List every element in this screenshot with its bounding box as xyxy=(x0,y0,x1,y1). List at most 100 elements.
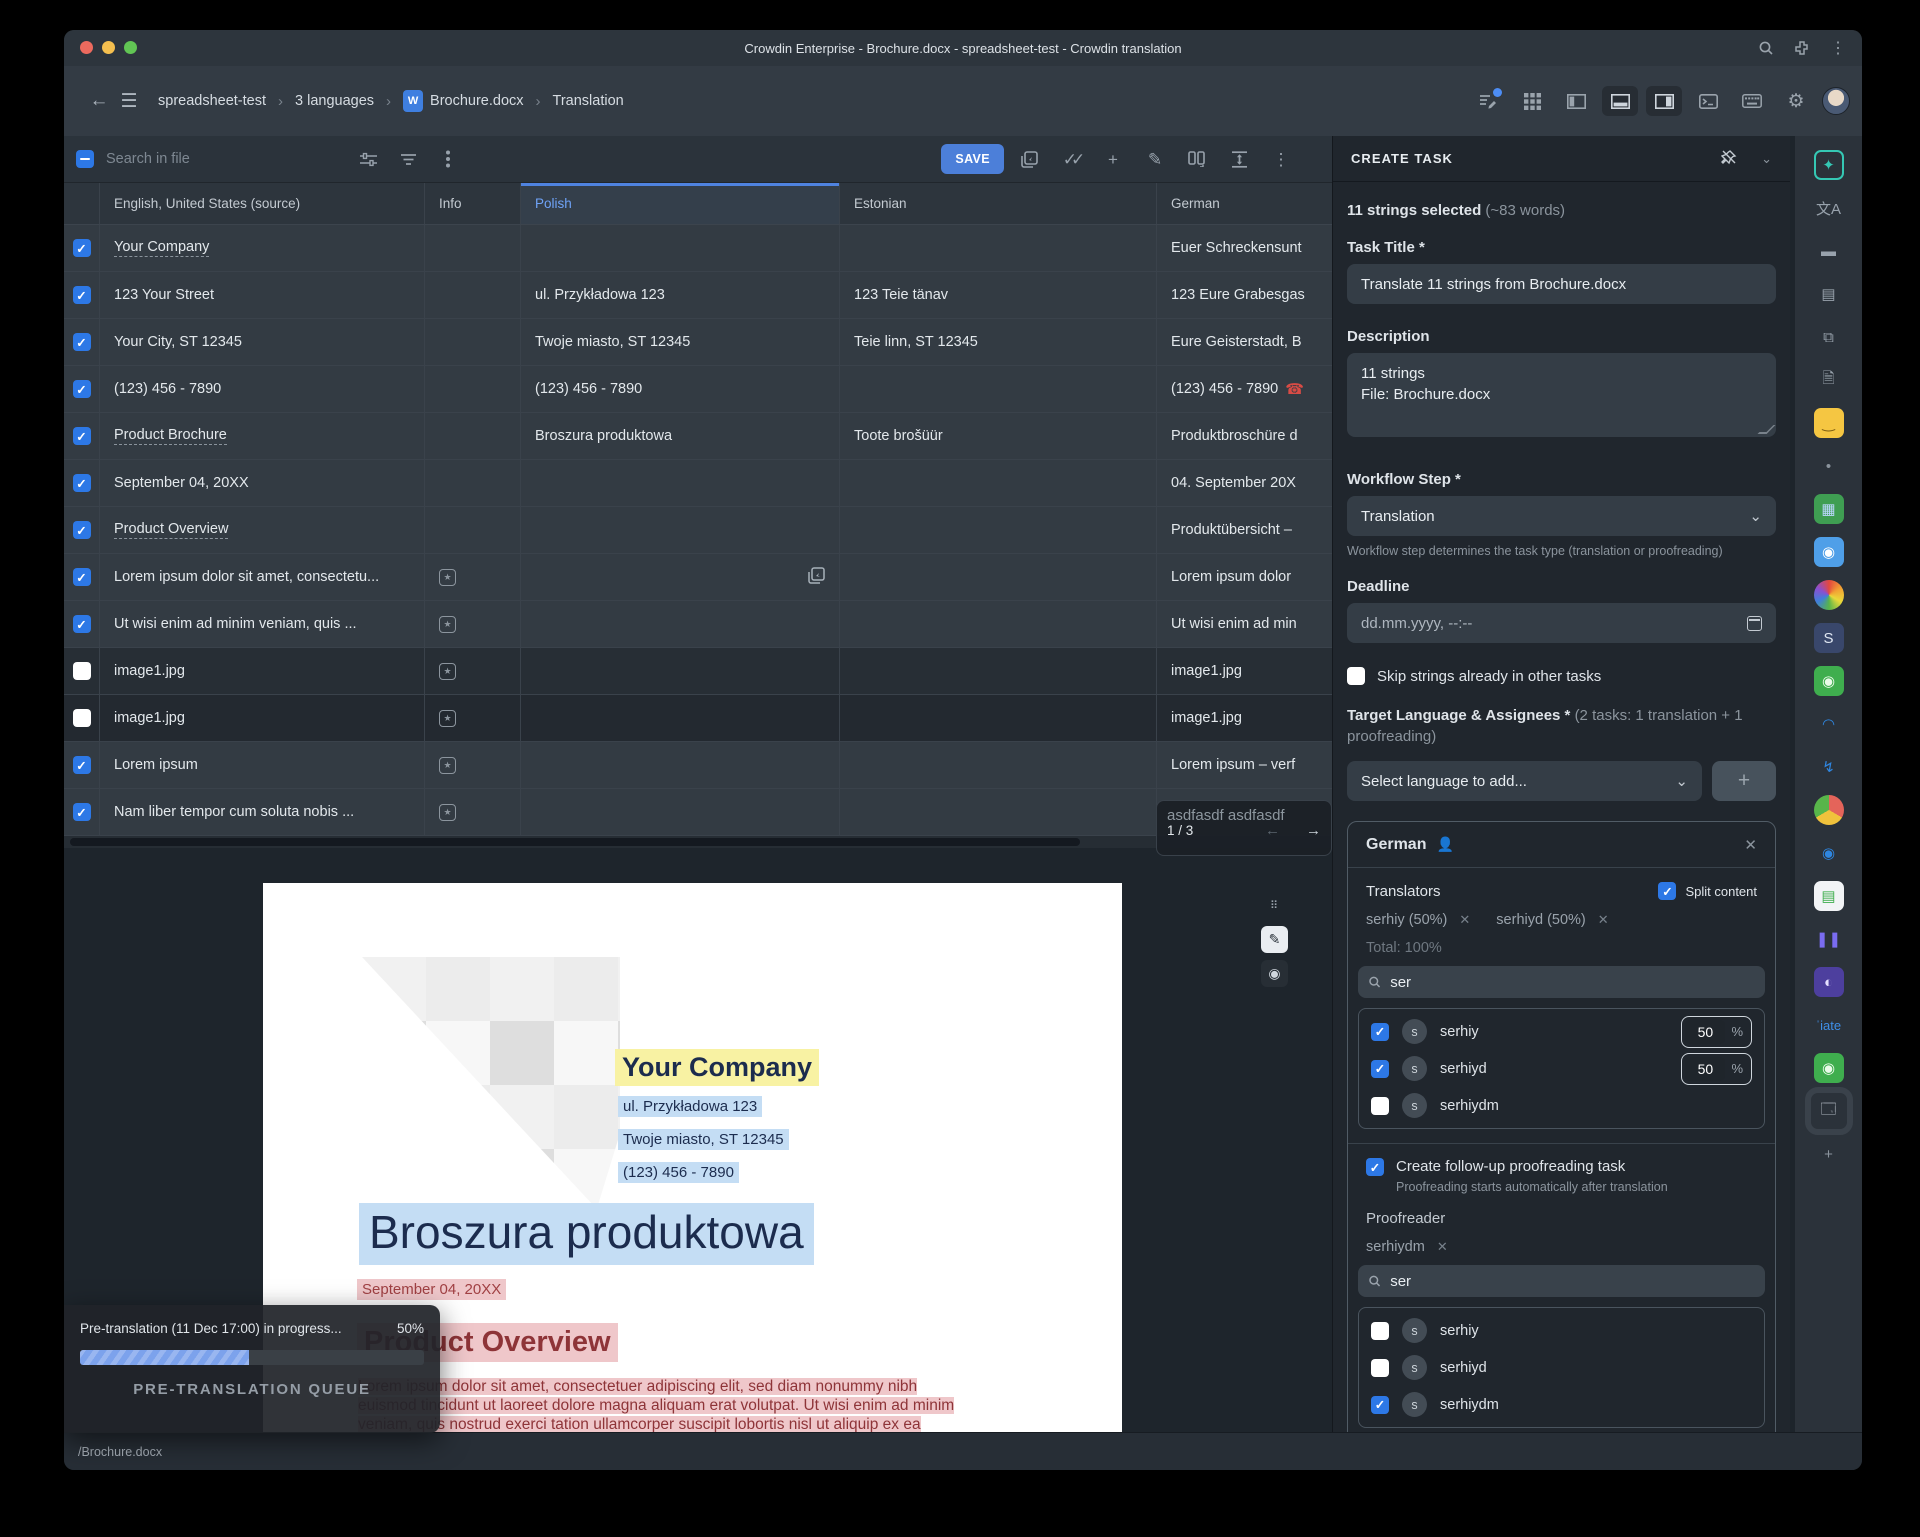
task-title-input[interactable] xyxy=(1347,264,1776,304)
kebab-icon[interactable]: ⋮ xyxy=(1264,144,1298,174)
row-select-cell[interactable]: ✓ xyxy=(64,742,100,788)
filter-icon[interactable] xyxy=(391,144,425,174)
german-cell[interactable]: Ut wisi enim ad min xyxy=(1157,601,1332,647)
estonian-cell[interactable] xyxy=(840,742,1157,788)
add-icon[interactable]: + xyxy=(1096,144,1130,174)
assignee-checkbox[interactable] xyxy=(1371,1359,1389,1377)
table-row[interactable]: ✓Nam liber tempor cum soluta nobis ...★ xyxy=(64,789,1332,836)
assignee-option[interactable]: ✓ s serhiy50% xyxy=(1371,1013,1752,1050)
percent-input[interactable]: 50% xyxy=(1681,1053,1752,1085)
followup-checkbox[interactable]: ✓ xyxy=(1366,1158,1384,1176)
source-cell[interactable]: 123 Your Street xyxy=(100,272,425,318)
terminal-icon[interactable] xyxy=(1690,86,1726,116)
source-cell[interactable]: Ut wisi enim ad minim veniam, quis ... xyxy=(100,601,425,647)
german-cell[interactable]: Produktübersicht – xyxy=(1157,507,1332,553)
blue-swoosh-app-icon[interactable]: ↯ xyxy=(1814,752,1844,782)
polish-cell[interactable]: Broszura produktowa xyxy=(521,413,840,459)
save-button[interactable]: SAVE xyxy=(941,144,1004,174)
estonian-cell[interactable]: Teie linn, ST 12345 xyxy=(840,319,1157,365)
proofreader-search-input[interactable] xyxy=(1390,1273,1755,1290)
pretranslation-toast[interactable]: Pre-translation (11 Dec 17:00) in progre… xyxy=(64,1305,440,1433)
row-select-cell[interactable]: ✓ xyxy=(64,601,100,647)
german-cell[interactable]: image1.jpg xyxy=(1157,648,1332,694)
deadline-input[interactable]: dd.mm.yyyy, --:-- xyxy=(1347,603,1776,643)
row-checkbox[interactable]: ✓ xyxy=(73,803,91,821)
table-row[interactable]: ✓Your City, ST 12345Twoje miasto, ST 123… xyxy=(64,319,1332,366)
doc-company-name[interactable]: Your Company xyxy=(615,1049,819,1086)
file-info-icon[interactable]: 🗎 xyxy=(1814,365,1844,395)
source-cell[interactable]: Product Overview xyxy=(100,507,425,553)
machine-translate-icon[interactable]: 文A xyxy=(1814,193,1844,223)
assignee-option[interactable]: s serhiyd xyxy=(1371,1349,1752,1386)
estonian-cell[interactable]: Toote brošüür xyxy=(840,413,1157,459)
assignee-checkbox[interactable]: ✓ xyxy=(1371,1060,1389,1078)
unpin-icon[interactable] xyxy=(1721,149,1737,169)
german-cell[interactable]: Eure Geisterstadt, B xyxy=(1157,319,1332,365)
assignee-checkbox[interactable] xyxy=(1371,1322,1389,1340)
scrollbar-thumb[interactable] xyxy=(70,838,1080,846)
assignee-checkbox[interactable]: ✓ xyxy=(1371,1396,1389,1414)
green-eye-app-icon[interactable]: ◉ xyxy=(1814,666,1844,696)
proofreader-tag[interactable]: serhiydm✕ xyxy=(1366,1239,1448,1255)
tasks-doc-icon[interactable]: 🗔 xyxy=(1814,1096,1844,1126)
polish-cell[interactable] xyxy=(521,225,840,271)
assignee-option[interactable]: s serhiydm xyxy=(1371,1087,1752,1124)
edit-pencil-icon[interactable]: ✎ xyxy=(1261,926,1288,953)
doc-title[interactable]: Broszura produktowa xyxy=(359,1203,814,1265)
translation-memory-icon[interactable]: ▤ xyxy=(1814,279,1844,309)
prev-suggestion-icon[interactable]: ← xyxy=(1265,822,1280,839)
source-cell[interactable]: Lorem ipsum dolor sit amet, consectetu..… xyxy=(100,554,425,600)
row-select-cell[interactable]: ✓ xyxy=(64,789,100,835)
green-eye2-app-icon[interactable]: ◉ xyxy=(1814,1053,1844,1083)
table-row[interactable]: ✓Lorem ipsum dolor sit amet, consectetu.… xyxy=(64,554,1332,601)
context-image-icon[interactable]: ★ xyxy=(439,569,456,586)
cube-app-icon[interactable] xyxy=(1814,795,1844,825)
row-checkbox[interactable]: ✓ xyxy=(73,286,91,304)
doc-date[interactable]: September 04, 20XX xyxy=(357,1279,506,1300)
minimize-window-button[interactable] xyxy=(102,41,115,54)
german-cell[interactable]: 123 Eure Grabesgas xyxy=(1157,272,1332,318)
estonian-cell[interactable] xyxy=(840,507,1157,553)
german-cell[interactable]: (123) 456 - 7890☎ xyxy=(1157,366,1332,412)
row-checkbox[interactable]: ✓ xyxy=(73,380,91,398)
percent-input[interactable]: 50% xyxy=(1681,1016,1752,1048)
row-select-cell[interactable] xyxy=(64,648,100,694)
search-input[interactable] xyxy=(106,151,256,167)
columns-icon[interactable] xyxy=(1180,144,1214,174)
fit-vertical-icon[interactable] xyxy=(1222,144,1256,174)
emoji-app-icon[interactable]: ‿ xyxy=(1814,408,1844,438)
estonian-cell[interactable] xyxy=(840,601,1157,647)
row-select-cell[interactable]: ✓ xyxy=(64,507,100,553)
german-cell[interactable]: Produktbroschüre d xyxy=(1157,413,1332,459)
german-cell[interactable]: Euer Schreckensunt xyxy=(1157,225,1332,271)
color-wheel-app-icon[interactable] xyxy=(1814,580,1844,610)
row-checkbox[interactable]: ✓ xyxy=(73,239,91,257)
glossary-icon[interactable]: ⧉ xyxy=(1814,322,1844,352)
dot-indicator[interactable]: • xyxy=(1814,451,1844,481)
column-german[interactable]: German xyxy=(1157,183,1332,224)
overflow-menu-icon[interactable]: ⋮ xyxy=(1830,38,1846,58)
translator-tiles-app-icon[interactable]: ▦ xyxy=(1814,494,1844,524)
assignee-checkbox[interactable] xyxy=(1371,1097,1389,1115)
row-select-cell[interactable]: ✓ xyxy=(64,413,100,459)
extensions-icon[interactable] xyxy=(1794,40,1810,56)
row-select-cell[interactable]: ✓ xyxy=(64,460,100,506)
polish-cell[interactable]: (123) 456 - 7890 xyxy=(521,366,840,412)
select-all-checkbox[interactable] xyxy=(76,150,94,168)
drag-dots-icon[interactable] xyxy=(431,144,465,174)
split-content-row[interactable]: ✓ Split content xyxy=(1658,882,1757,900)
description-textarea[interactable]: 11 strings File: Brochure.docx xyxy=(1347,353,1776,437)
row-checkbox[interactable]: ✓ xyxy=(73,756,91,774)
source-cell[interactable]: Your City, ST 12345 xyxy=(100,319,425,365)
source-cell[interactable]: Your Company xyxy=(100,225,425,271)
assignee-option[interactable]: ✓ s serhiyd50% xyxy=(1371,1050,1752,1087)
polish-cell[interactable] xyxy=(521,648,840,694)
doc-paragraph[interactable]: Lorem ipsum dolor sit amet, consectetuer… xyxy=(358,1377,1018,1432)
breadcrumb-project[interactable]: spreadsheet-test xyxy=(158,93,266,109)
avatar[interactable] xyxy=(1822,87,1850,115)
table-row[interactable]: ✓Product Overview Produktübersicht – xyxy=(64,507,1332,554)
next-suggestion-icon[interactable]: → xyxy=(1306,822,1321,839)
remove-tag-icon[interactable]: ✕ xyxy=(1437,1239,1448,1255)
zoom-window-button[interactable] xyxy=(124,41,137,54)
source-cell[interactable]: image1.jpg xyxy=(100,695,425,741)
